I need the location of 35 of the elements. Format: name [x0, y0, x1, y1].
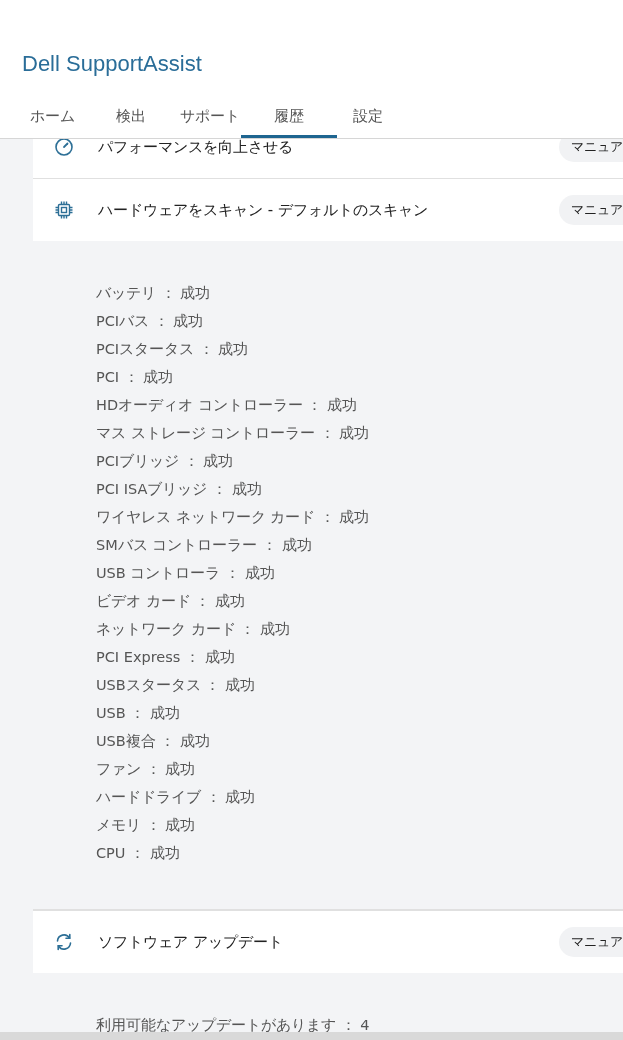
section-header[interactable]: ソフトウェア アップデート マニュア	[33, 910, 623, 973]
result-line: PCI Express ： 成功	[96, 648, 236, 667]
app-title: Dell SupportAssist	[21, 50, 203, 78]
result-line: HDオーディオ コントローラー ： 成功	[96, 396, 358, 415]
result-line: PCI ISAブリッジ ： 成功	[96, 480, 263, 499]
result-line: バッテリ ： 成功	[96, 284, 212, 303]
mode-badge: マニュア	[559, 139, 623, 162]
section-header[interactable]: ハードウェアをスキャン - デフォルトのスキャン マニュア	[33, 178, 623, 241]
result-line: ネットワーク カード ： 成功	[96, 620, 291, 639]
section-header[interactable]: パフォーマンスを向上させる マニュア	[33, 139, 623, 178]
result-line: PCIブリッジ ： 成功	[96, 452, 235, 471]
result-line: ビデオ カード ： 成功	[96, 592, 246, 611]
gauge-icon	[54, 139, 74, 157]
refresh-icon	[54, 932, 74, 952]
result-line: ハードドライブ ： 成功	[96, 788, 257, 807]
result-line: USB複合 ： 成功	[96, 732, 211, 751]
result-line: PCIバス ： 成功	[96, 312, 205, 331]
result-line: 利用可能なアップデートがあります ： 4	[96, 1016, 371, 1032]
result-line: USB ： 成功	[96, 704, 181, 723]
result-line: PCI ： 成功	[96, 368, 175, 387]
mode-badge: マニュア	[559, 927, 623, 957]
result-line: メモリ ： 成功	[96, 816, 197, 835]
result-line: PCIスタータス ： 成功	[96, 340, 250, 359]
result-line: USB コントローラ ： 成功	[96, 564, 276, 583]
result-line: SMバス コントローラー ： 成功	[96, 536, 313, 555]
section-title: パフォーマンスを向上させる	[98, 139, 294, 157]
mode-badge: マニュア	[559, 195, 623, 225]
chip-icon	[54, 200, 74, 220]
result-line: ファン ： 成功	[96, 760, 197, 779]
result-line: USBスタータス ： 成功	[96, 676, 256, 695]
result-line: CPU ： 成功	[96, 844, 181, 863]
section-title: ハードウェアをスキャン - デフォルトのスキャン	[98, 200, 429, 220]
section-title: ソフトウェア アップデート	[98, 932, 284, 952]
result-line: ワイヤレス ネットワーク カード ： 成功	[96, 508, 371, 527]
result-line: マス ストレージ コントローラー ： 成功	[96, 424, 371, 443]
